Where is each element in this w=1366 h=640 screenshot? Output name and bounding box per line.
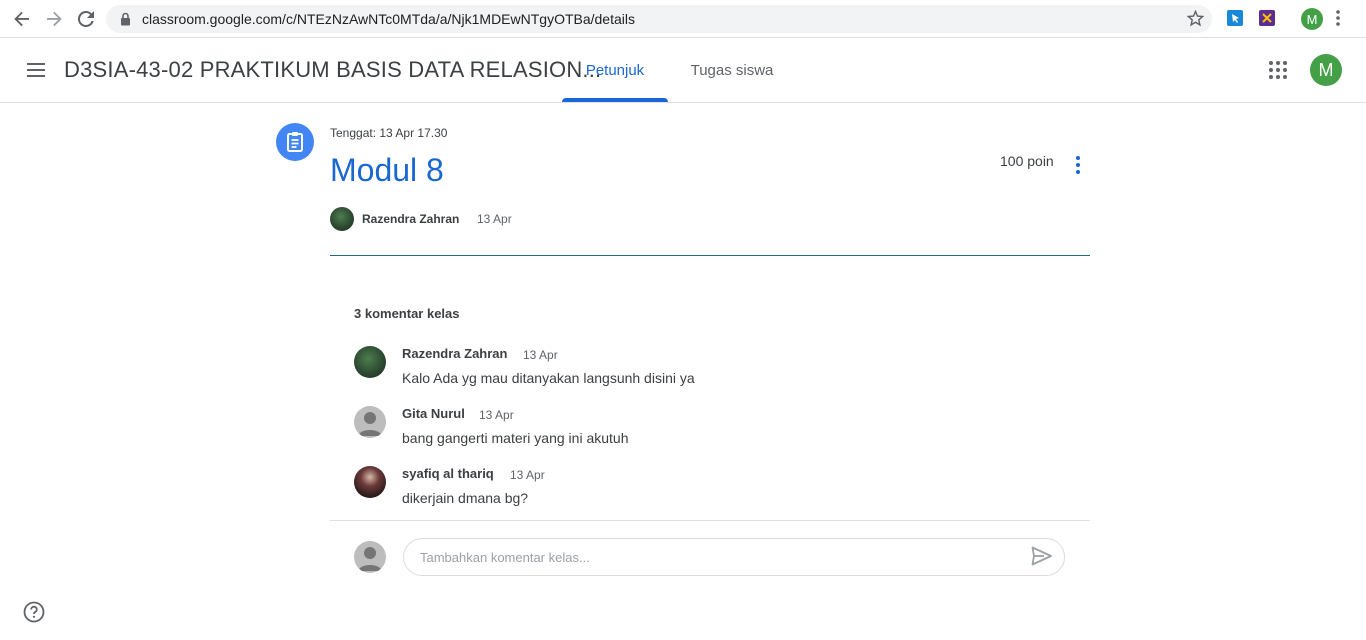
comment-count[interactable]: 3 komentar kelas — [354, 306, 460, 321]
author-name: Razendra Zahran — [362, 212, 460, 226]
google-apps-icon[interactable] — [1268, 60, 1288, 80]
posted-date: 13 Apr — [477, 212, 512, 226]
assignment-points: 100 poin — [1000, 153, 1054, 169]
account-avatar[interactable]: M — [1310, 54, 1342, 86]
comment-item: syafiq al thariq 13 Apr dikerjain dmana … — [354, 466, 1074, 516]
extension-tools-icon[interactable] — [1259, 10, 1275, 26]
avatar — [354, 466, 386, 498]
browser-toolbar: classroom.google.com/c/NTEzNzAwNTc0MTda/… — [0, 0, 1366, 38]
assignment-icon — [276, 123, 314, 161]
browser-menu-icon[interactable] — [1336, 9, 1340, 32]
tab-label: Tugas siswa — [690, 61, 774, 79]
author-avatar — [330, 207, 354, 231]
active-tab-indicator — [562, 98, 668, 102]
url-text: classroom.google.com/c/NTEzNzAwNTc0MTda/… — [142, 11, 635, 27]
comment-text: dikerjain dmana bg? — [402, 490, 529, 506]
more-options-icon[interactable] — [1068, 154, 1088, 176]
tab-label: Petunjuk — [585, 61, 645, 79]
comment-text: bang gangerti materi yang ini akutuh — [402, 430, 629, 446]
main-menu-icon[interactable] — [24, 58, 48, 82]
forward-icon[interactable] — [42, 7, 66, 31]
comment-author: Razendra Zahran — [402, 346, 508, 361]
comment-author: Gita Nurul — [402, 406, 465, 421]
comment-item: Gita Nurul 13 Apr bang gangerti materi y… — [354, 406, 1074, 456]
comments-divider — [330, 520, 1090, 521]
avatar — [354, 346, 386, 378]
comment-date: 13 Apr — [479, 408, 514, 422]
help-icon[interactable] — [23, 601, 45, 623]
reload-icon[interactable] — [74, 7, 98, 31]
lock-icon — [120, 12, 131, 31]
browser-profile-avatar[interactable]: M — [1301, 8, 1323, 30]
default-avatar-icon — [354, 406, 386, 438]
bookmark-star-icon[interactable] — [1186, 9, 1205, 32]
extension-cursor-icon[interactable] — [1227, 10, 1243, 26]
back-icon[interactable] — [10, 7, 34, 31]
class-title[interactable]: D3SIA-43-02 PRAKTIKUM BASIS DATA RELASIO… — [64, 57, 601, 83]
address-bar[interactable]: classroom.google.com/c/NTEzNzAwNTc0MTda/… — [106, 5, 1212, 33]
section-divider — [330, 255, 1090, 256]
tab-petunjuk[interactable]: Petunjuk — [562, 38, 668, 102]
comment-item: Razendra Zahran 13 Apr Kalo Ada yg mau d… — [354, 346, 1074, 396]
due-date: Tenggat: 13 Apr 17.30 — [330, 126, 448, 140]
comment-date: 13 Apr — [523, 348, 558, 362]
comment-date: 13 Apr — [510, 468, 545, 482]
default-avatar-icon — [354, 541, 386, 573]
assignment-title: Modul 8 — [330, 152, 444, 188]
comment-input[interactable] — [403, 538, 1065, 576]
comment-author: syafiq al thariq — [402, 466, 494, 481]
tab-tugas-siswa[interactable]: Tugas siswa — [680, 38, 784, 102]
send-icon[interactable] — [1031, 546, 1055, 568]
comment-text: Kalo Ada yg mau ditanyakan langsunh disi… — [402, 370, 695, 386]
app-header: D3SIA-43-02 PRAKTIKUM BASIS DATA RELASIO… — [0, 38, 1366, 103]
